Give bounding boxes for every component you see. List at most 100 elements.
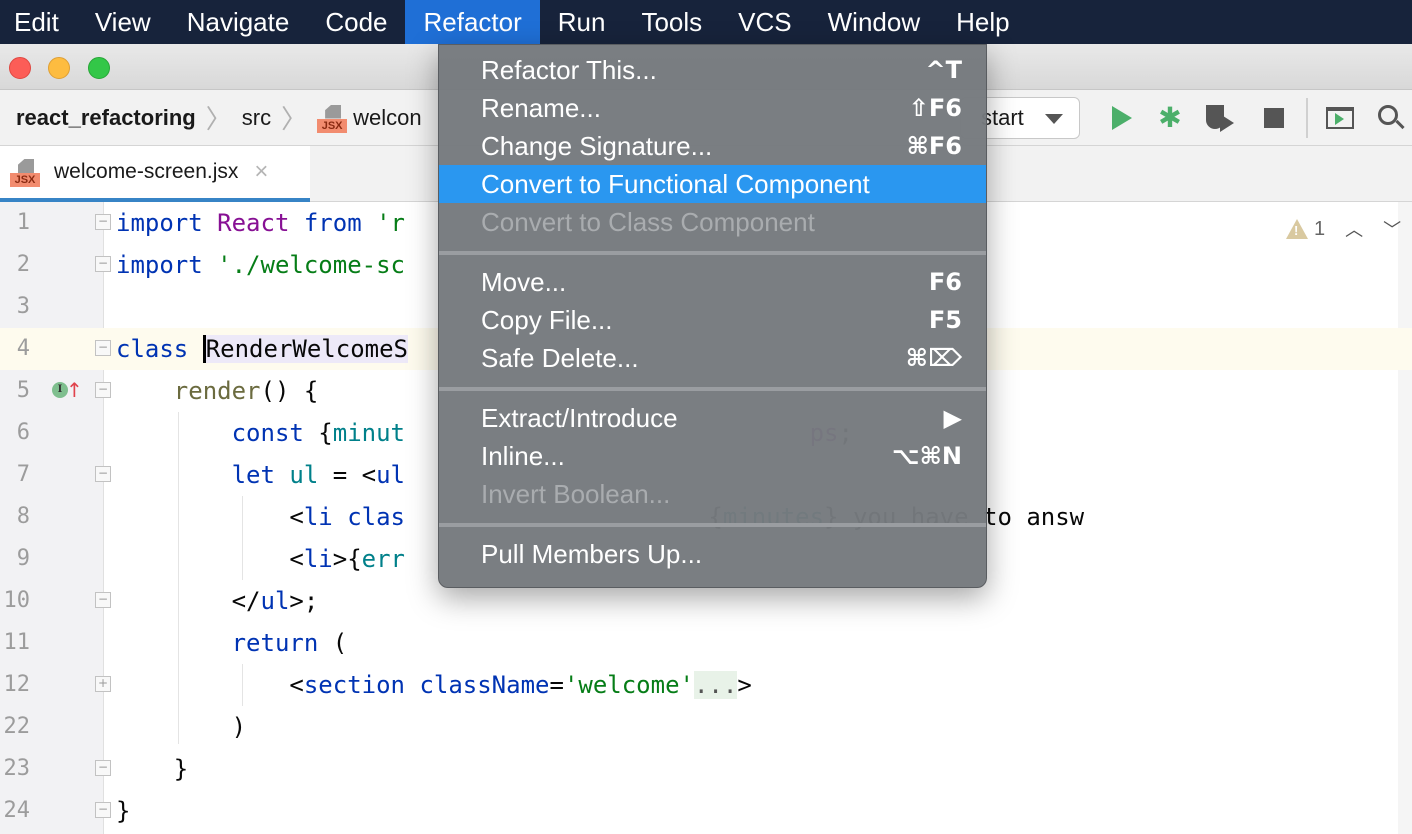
code-text: render() { bbox=[173, 377, 319, 405]
menu-help[interactable]: Help bbox=[938, 0, 1027, 44]
menu-item-extract-introduce[interactable]: Extract/Introduce ▶ bbox=[439, 399, 986, 437]
code-text: import React from 'r bbox=[116, 209, 406, 237]
line-number: 2 bbox=[16, 252, 30, 277]
minimize-window-button[interactable] bbox=[48, 57, 70, 79]
line-number: 9 bbox=[16, 546, 30, 571]
code-line[interactable]: 23 − } bbox=[0, 748, 1412, 790]
line-number: 24 bbox=[3, 798, 31, 823]
menu-navigate[interactable]: Navigate bbox=[169, 0, 308, 44]
menu-view[interactable]: View bbox=[77, 0, 169, 44]
shortcut-label: F6 bbox=[928, 268, 962, 296]
warning-icon bbox=[1286, 219, 1308, 239]
search-icon[interactable] bbox=[1374, 100, 1410, 136]
code-text: ) bbox=[116, 713, 247, 741]
line-number: 6 bbox=[16, 420, 30, 445]
breadcrumb-file[interactable]: JSX welcon bbox=[317, 103, 422, 133]
fold-collapse-icon[interactable]: − bbox=[95, 382, 111, 398]
breadcrumb-separator-icon: 〉 bbox=[281, 104, 308, 134]
jsx-file-icon: JSX bbox=[10, 157, 40, 187]
line-number: 1 bbox=[16, 210, 30, 235]
menu-refactor[interactable]: Refactor bbox=[405, 0, 540, 44]
code-line[interactable]: 22 ) bbox=[0, 706, 1412, 748]
code-text: class RenderWelcomeS bbox=[116, 335, 408, 363]
shortcut-label: ⌘⌦ bbox=[905, 344, 962, 372]
code-text: <section className='welcome'...> bbox=[116, 671, 752, 699]
menu-vcs[interactable]: VCS bbox=[720, 0, 809, 44]
menu-item-refactor-this[interactable]: Refactor This... ^T bbox=[439, 51, 986, 89]
fold-expand-icon[interactable]: + bbox=[95, 676, 111, 692]
chevron-down-icon[interactable]: ﹀ bbox=[1383, 216, 1401, 242]
breadcrumb-project[interactable]: react_refactoring bbox=[16, 105, 196, 131]
zoom-window-button[interactable] bbox=[88, 57, 110, 79]
menu-item-move[interactable]: Move... F6 bbox=[439, 263, 986, 301]
menu-item-convert-to-functional-component[interactable]: Convert to Functional Component bbox=[439, 165, 986, 203]
code-text: <li>{err bbox=[116, 545, 406, 573]
menu-item-safe-delete[interactable]: Safe Delete... ⌘⌦ bbox=[439, 339, 986, 377]
menu-item-invert-boolean: Invert Boolean... bbox=[481, 479, 671, 509]
toolbar-divider bbox=[1306, 98, 1308, 138]
line-number: 12 bbox=[3, 672, 31, 697]
run-with-coverage-icon[interactable] bbox=[1204, 100, 1240, 136]
fold-end-icon[interactable]: − bbox=[95, 256, 111, 272]
line-number: 11 bbox=[3, 630, 31, 655]
breadcrumb-separator-icon: 〉 bbox=[205, 104, 232, 134]
breadcrumb-file-label: welcon bbox=[353, 104, 422, 130]
shortcut-label: ⇧F6 bbox=[908, 94, 962, 122]
line-number: 22 bbox=[3, 714, 31, 739]
breadcrumb-src[interactable]: src bbox=[242, 105, 271, 131]
menu-window[interactable]: Window bbox=[810, 0, 938, 44]
code-text: let ul = <ul bbox=[231, 461, 405, 489]
folded-region[interactable]: ... bbox=[693, 671, 738, 699]
chevron-down-icon bbox=[1045, 114, 1063, 124]
fold-end-icon[interactable]: − bbox=[95, 802, 111, 818]
inspection-widget[interactable]: 1 ︿ ﹀ bbox=[1286, 216, 1401, 242]
menu-item-convert-to-class-component: Convert to Class Component bbox=[481, 207, 815, 237]
stop-icon[interactable] bbox=[1256, 100, 1292, 136]
menu-item-pull-members-up[interactable]: Pull Members Up... bbox=[439, 535, 986, 573]
chevron-up-icon[interactable]: ︿ bbox=[1345, 216, 1363, 242]
menu-separator bbox=[439, 251, 986, 255]
line-number: 10 bbox=[3, 588, 31, 613]
run-icon[interactable] bbox=[1104, 100, 1140, 136]
fold-collapse-icon[interactable]: − bbox=[95, 466, 111, 482]
warning-count: 1 bbox=[1314, 217, 1326, 240]
menu-separator bbox=[439, 387, 986, 391]
line-number: 23 bbox=[3, 756, 31, 781]
refactor-menu: Refactor This... ^T Rename... ⇧F6 Change S… bbox=[438, 44, 987, 588]
close-icon[interactable]: × bbox=[254, 158, 268, 186]
run-configuration-label: start bbox=[981, 105, 1024, 130]
menu-run[interactable]: Run bbox=[540, 0, 624, 44]
menu-item-copy-file[interactable]: Copy File... F5 bbox=[439, 301, 986, 339]
menu-bar: Edit View Navigate Code Refactor Run Too… bbox=[0, 0, 1412, 44]
menu-code[interactable]: Code bbox=[307, 0, 405, 44]
fold-collapse-icon[interactable]: − bbox=[95, 340, 111, 356]
shortcut-label: ⌥⌘N bbox=[891, 442, 962, 470]
menu-item-rename[interactable]: Rename... ⇧F6 bbox=[439, 89, 986, 127]
debug-icon[interactable]: ✱ bbox=[1152, 100, 1188, 136]
menu-item-inline[interactable]: Inline... ⌥⌘N bbox=[439, 437, 986, 475]
menu-tools[interactable]: Tools bbox=[623, 0, 720, 44]
code-text: } bbox=[116, 755, 189, 783]
menu-item-change-signature[interactable]: Change Signature... ⌘F6 bbox=[439, 127, 986, 165]
fold-end-icon[interactable]: − bbox=[95, 760, 111, 776]
code-text: return ( bbox=[231, 629, 348, 657]
line-number: 5 bbox=[16, 378, 30, 403]
code-text: </ul>; bbox=[116, 587, 319, 615]
submenu-arrow-icon: ▶ bbox=[943, 404, 962, 432]
code-line[interactable]: 11 return ( bbox=[0, 622, 1412, 664]
overrides-up-arrow-icon[interactable]: ↑ bbox=[66, 378, 83, 402]
fold-collapse-icon[interactable]: − bbox=[95, 214, 111, 230]
code-line[interactable]: 24 − } bbox=[0, 790, 1412, 832]
line-number: 7 bbox=[16, 462, 30, 487]
tab-label: welcome-screen.jsx bbox=[54, 160, 239, 183]
shortcut-label: ^T bbox=[925, 56, 962, 84]
code-line[interactable]: 12 + <section className='welcome'...> bbox=[0, 664, 1412, 706]
close-window-button[interactable] bbox=[9, 57, 31, 79]
jsx-file-icon: JSX bbox=[317, 103, 348, 133]
fold-end-icon[interactable]: − bbox=[95, 592, 111, 608]
menu-edit[interactable]: Edit bbox=[0, 0, 77, 44]
code-text: } bbox=[116, 797, 131, 825]
tab-welcome-screen[interactable]: JSX welcome-screen.jsx × bbox=[0, 146, 310, 202]
run-anything-icon[interactable] bbox=[1322, 100, 1358, 136]
shortcut-label: ⌘F6 bbox=[906, 132, 962, 160]
